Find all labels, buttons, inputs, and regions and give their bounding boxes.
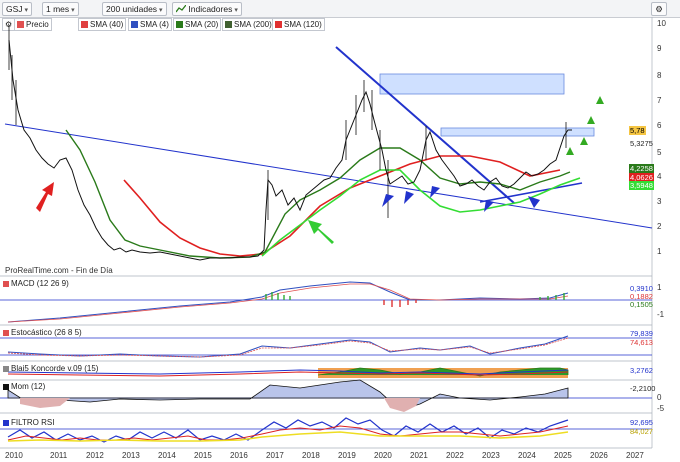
price-axis-label: 2	[657, 222, 662, 231]
year-label: 2016	[230, 451, 248, 460]
swatch-icon	[3, 384, 9, 390]
price-line	[8, 39, 572, 261]
rsi-value: 92,695	[630, 418, 653, 427]
swatch-icon	[3, 420, 9, 426]
arrow-markers	[566, 96, 604, 155]
arrow-up-icon	[36, 182, 54, 212]
macd-axis-label: -1	[657, 310, 665, 319]
price-axis-label: 9	[657, 44, 662, 53]
koncorde-value: 3,2762	[630, 366, 653, 375]
trendline	[335, 46, 515, 204]
panel-label-rsi: FILTRO RSI	[3, 418, 54, 428]
price-candles	[8, 25, 567, 220]
price-value-label: 5,3275	[630, 139, 653, 148]
resistance-zone	[379, 73, 565, 95]
macd-signal-line	[7, 283, 569, 323]
source-label: ProRealTime.com - Fin de Día	[5, 266, 113, 275]
year-label: 2020	[374, 451, 392, 460]
year-label: 2014	[158, 451, 176, 460]
price-axis-label: 10	[657, 19, 666, 28]
resistance-zone	[440, 127, 595, 137]
price-axis-label: 5	[657, 148, 662, 157]
price-axis-label: 6	[657, 121, 662, 130]
panel-label-koncorde: Blai5 Koncorde v.09 (15)	[3, 364, 98, 374]
stoch-value: 79,839	[630, 329, 653, 338]
year-label: 2013	[122, 451, 140, 460]
chart-canvas[interactable]	[0, 0, 680, 462]
year-label: 2022	[446, 451, 464, 460]
year-label: 2025	[554, 451, 572, 460]
swatch-icon	[3, 330, 9, 336]
sma-lime-line	[261, 169, 581, 257]
year-label: 2021	[410, 451, 428, 460]
swatch-icon	[3, 281, 9, 287]
price-axis-label: 1	[657, 247, 662, 256]
stoch-k-line	[7, 335, 569, 358]
price-value-badge: 4,2258	[629, 164, 654, 173]
panel-label-mom: Mom (12)	[3, 382, 45, 392]
swatch-icon	[3, 366, 9, 372]
panel-label: FILTRO RSI	[11, 418, 55, 427]
mom-axis-label: -5	[657, 404, 665, 413]
macd-histogram	[383, 300, 417, 307]
sma-green-line	[65, 129, 571, 259]
year-label: 2024	[518, 451, 536, 460]
year-label: 2027	[626, 451, 644, 460]
panel-label: Mom (12)	[11, 382, 46, 391]
rsi-blue-line	[7, 417, 569, 443]
year-label: 2026	[590, 451, 608, 460]
last-price-badge: 5,78	[629, 126, 646, 135]
macd-axis-label: 1	[657, 283, 662, 292]
year-label: 2019	[338, 451, 356, 460]
trendline	[4, 123, 653, 229]
price-axis-label: 3	[657, 197, 662, 206]
year-label: 2018	[302, 451, 320, 460]
price-value-badge: 3,5948	[629, 181, 654, 190]
rsi-value: 84,027	[630, 427, 653, 436]
price-axis-label: 7	[657, 96, 662, 105]
price-axis-label: 8	[657, 71, 662, 80]
sma-red-line	[123, 155, 561, 257]
panel-label-stoch: Estocástico (26 8 5)	[3, 328, 82, 338]
year-label: 2011	[50, 451, 68, 460]
panel-label-macd: MACD (12 26 9)	[3, 279, 69, 289]
mom-value: -2,2100	[630, 384, 656, 393]
year-label: 2010	[5, 451, 23, 460]
price-axis-label: 4	[657, 172, 662, 181]
year-label: 2015	[194, 451, 212, 460]
panel-label: MACD (12 26 9)	[11, 279, 69, 288]
stoch-value: 74,613	[630, 338, 653, 347]
year-label: 2012	[86, 451, 104, 460]
panel-label: Blai5 Koncorde v.09 (15)	[11, 364, 99, 373]
arrow-up-icon	[308, 220, 334, 244]
mom-axis-label: 0	[657, 393, 662, 402]
arrow-markers	[382, 186, 540, 212]
mom-area	[7, 379, 569, 411]
panel-label: Estocástico (26 8 5)	[11, 328, 82, 337]
macd-value: 0,1505	[630, 300, 653, 309]
year-label: 2023	[482, 451, 500, 460]
year-label: 2017	[266, 451, 284, 460]
